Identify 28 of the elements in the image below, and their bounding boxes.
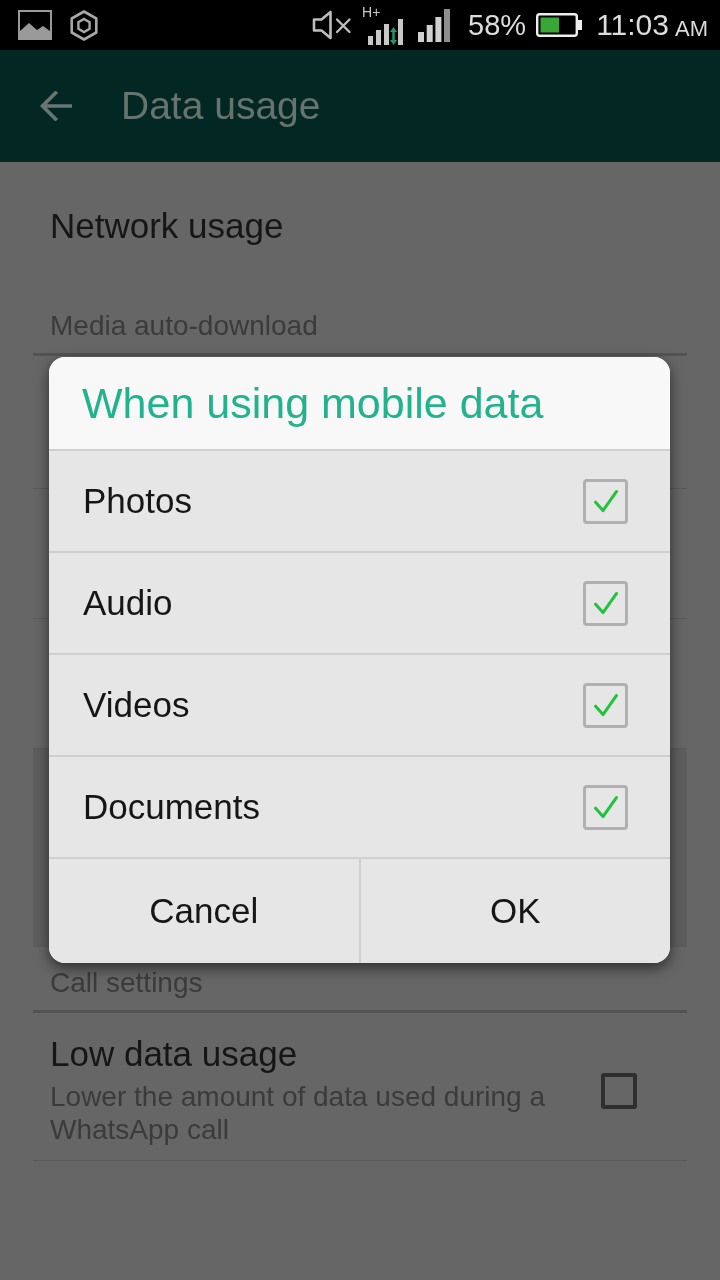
back-arrow-icon[interactable] (40, 91, 72, 121)
checkbox[interactable] (601, 1072, 637, 1109)
clock-time: 11:03 (596, 8, 669, 42)
check-icon (593, 693, 618, 717)
battery-icon (536, 13, 583, 37)
dialog-button[interactable]: OK (358, 859, 670, 963)
signal-data-icon (368, 19, 405, 45)
image-icon (18, 10, 52, 40)
option-label: Videos (83, 684, 191, 726)
clock-period: AM (675, 16, 708, 42)
option-label: Documents (83, 786, 262, 828)
checkbox[interactable] (583, 478, 628, 524)
dialog-button[interactable]: Cancel (49, 859, 359, 963)
screen-title: Data usage (121, 83, 321, 129)
network-type-label: H+ (362, 5, 381, 19)
checkbox[interactable] (583, 580, 628, 626)
check-icon (593, 795, 618, 819)
check-icon (593, 489, 618, 513)
checkbox[interactable] (583, 682, 628, 728)
battery-percent: 58% (468, 8, 527, 42)
hexagon-icon (69, 9, 99, 41)
option-label: Audio (83, 582, 174, 624)
muted-speaker-icon (312, 10, 353, 40)
option-label: Photos (83, 480, 193, 522)
check-icon (593, 591, 618, 615)
signal-icon (418, 8, 451, 42)
dialog-title: When using mobile data (82, 378, 544, 428)
checkbox[interactable] (583, 784, 628, 830)
